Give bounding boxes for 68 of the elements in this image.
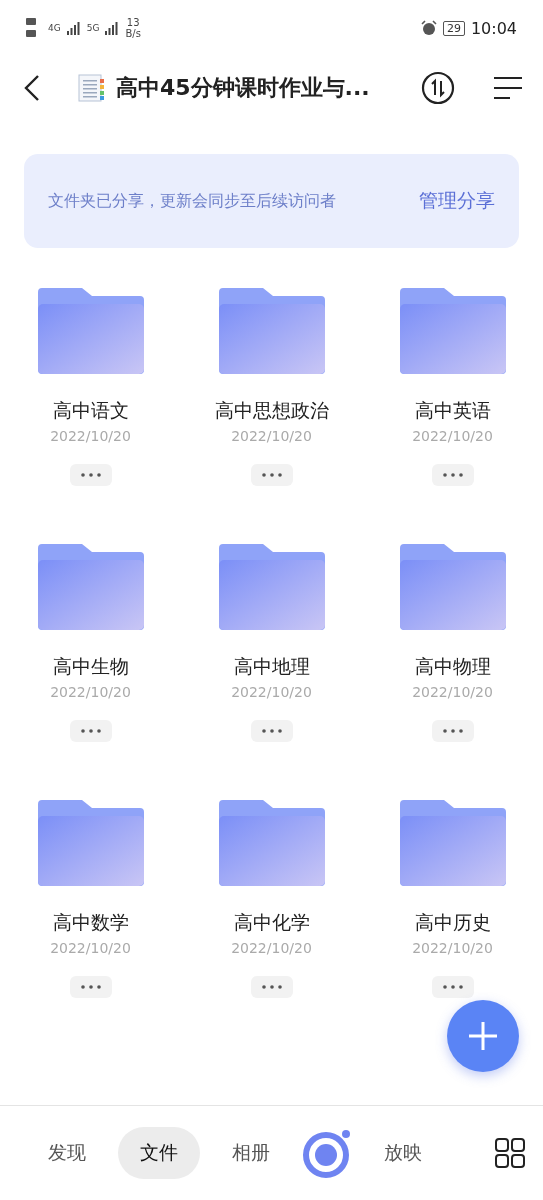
- folder-icon: [218, 544, 325, 630]
- more-button[interactable]: [69, 720, 112, 742]
- folder-icon: [37, 288, 144, 374]
- folder-name[interactable]: 高中思想政治: [214, 398, 329, 424]
- more-button[interactable]: [69, 464, 112, 486]
- more-icon: [261, 985, 282, 989]
- folder-icon: [399, 288, 506, 374]
- more-icon: [442, 729, 463, 733]
- folder-date: 2022/10/20: [231, 428, 312, 444]
- folder-date: 2022/10/20: [412, 428, 493, 444]
- folder-name[interactable]: 高中物理: [414, 654, 491, 680]
- share-message: 文件夹已分享，更新会同步至后续访问者: [48, 190, 336, 212]
- nav-tab[interactable]: 放映: [376, 1127, 426, 1179]
- alarm-icon: [420, 20, 437, 36]
- sort-button[interactable]: [421, 71, 455, 105]
- more-button[interactable]: [250, 720, 293, 742]
- clock-time: 10:04: [470, 18, 517, 38]
- folder-icon: [37, 800, 144, 886]
- add-button[interactable]: [447, 1000, 519, 1072]
- plus-icon: [468, 1021, 498, 1051]
- folder-icon: [399, 544, 506, 630]
- manage-share-link[interactable]: 管理分享: [419, 188, 495, 214]
- more-button[interactable]: [431, 720, 474, 742]
- folder-date: 2022/10/20: [412, 684, 493, 700]
- document-icon: [76, 73, 106, 103]
- more-button[interactable]: [431, 464, 474, 486]
- folder-icon: [399, 800, 506, 886]
- folder-date: 2022/10/20: [50, 428, 131, 444]
- more-icon: [261, 473, 282, 477]
- nav-tab[interactable]: 相册: [210, 1127, 292, 1179]
- folder-name[interactable]: 高中生物: [52, 654, 129, 680]
- folder-date: 2022/10/20: [231, 684, 312, 700]
- folder-name[interactable]: 高中语文: [52, 398, 129, 424]
- more-icon: [261, 729, 282, 733]
- folder-name[interactable]: 高中数学: [52, 910, 129, 936]
- nav-tab[interactable]: 发现: [26, 1127, 108, 1179]
- network-type: 4G: [48, 23, 61, 33]
- folder-date: 2022/10/20: [50, 940, 131, 956]
- signal-icon: [66, 21, 81, 35]
- folder-name[interactable]: 高中历史: [414, 910, 491, 936]
- nav-tab[interactable]: 文件: [118, 1127, 200, 1179]
- folder-title: 高中45分钟课时作业与...: [116, 74, 371, 102]
- more-button[interactable]: [250, 976, 293, 998]
- more-icon: [80, 473, 101, 477]
- folder-icon: [218, 800, 325, 886]
- more-icon: [442, 473, 463, 477]
- more-button[interactable]: [69, 976, 112, 998]
- speed-unit: B/s: [125, 28, 141, 39]
- folder-icon: [218, 288, 325, 374]
- network-type: 5G: [86, 23, 100, 33]
- folder-date: 2022/10/20: [50, 684, 131, 700]
- speed-value: 13: [126, 17, 140, 28]
- folder-name[interactable]: 高中化学: [233, 910, 310, 936]
- signal-icon: [105, 21, 120, 35]
- menu-button[interactable]: [493, 76, 523, 100]
- folder-name[interactable]: 高中英语: [414, 398, 491, 424]
- back-button[interactable]: [22, 74, 42, 102]
- folder-date: 2022/10/20: [231, 940, 312, 956]
- folder-date: 2022/10/20: [412, 940, 493, 956]
- battery-level: 29: [442, 20, 465, 36]
- folder-icon: [37, 544, 144, 630]
- more-button[interactable]: [431, 976, 474, 998]
- more-icon: [80, 985, 101, 989]
- grid-icon[interactable]: [495, 1138, 525, 1168]
- more-button[interactable]: [250, 464, 293, 486]
- folder-name[interactable]: 高中地理: [233, 654, 310, 680]
- more-icon: [80, 729, 101, 733]
- more-icon: [442, 985, 463, 989]
